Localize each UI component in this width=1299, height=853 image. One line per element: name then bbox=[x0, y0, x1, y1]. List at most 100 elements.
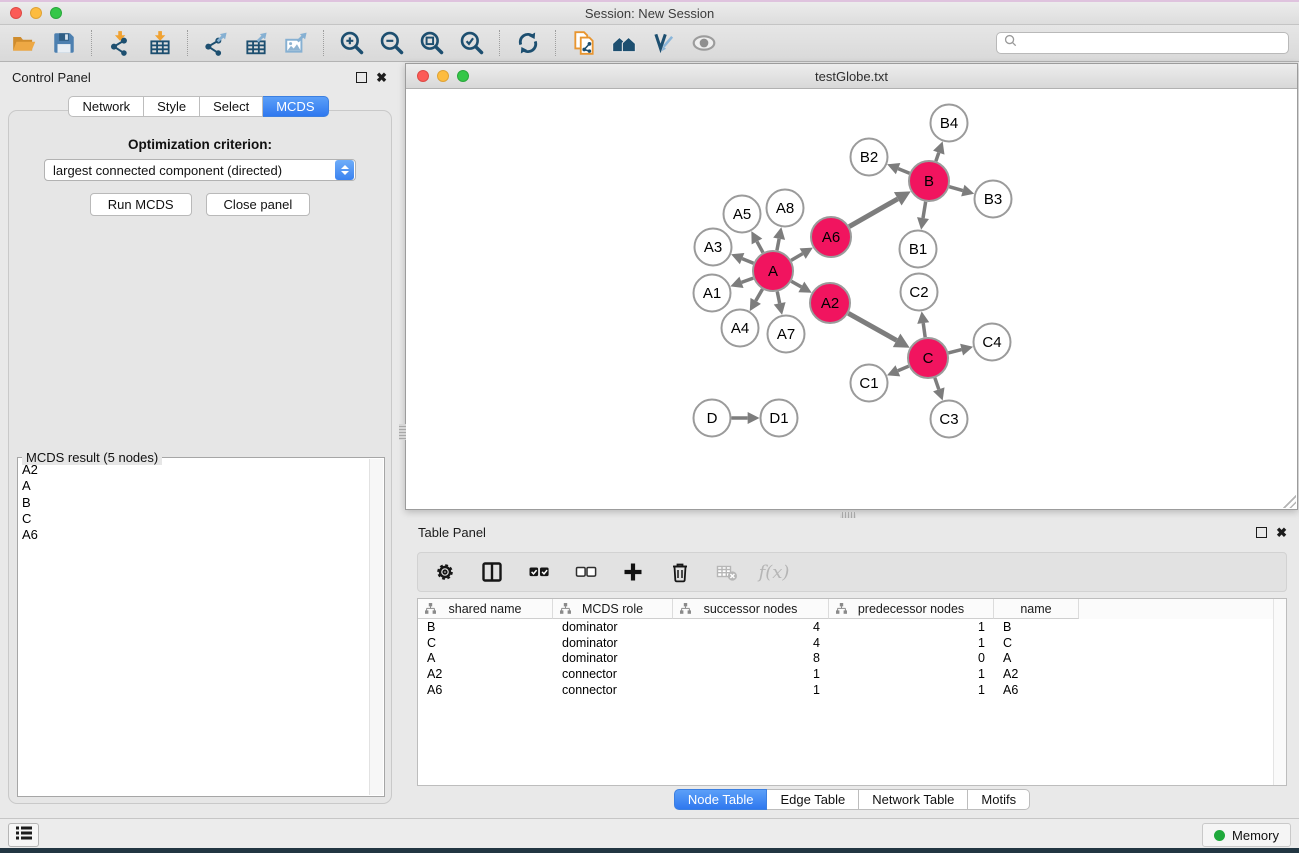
show-column-panel-icon[interactable] bbox=[480, 560, 504, 584]
graph-node-D[interactable]: D bbox=[694, 400, 731, 437]
save-session-icon[interactable] bbox=[50, 29, 78, 57]
close-window-button[interactable] bbox=[10, 7, 22, 19]
graph-edge-A-A3[interactable] bbox=[731, 253, 753, 264]
graph-node-C3[interactable]: C3 bbox=[931, 401, 968, 438]
show-hide-graphics-icon[interactable] bbox=[690, 29, 718, 57]
table-settings-gear-icon[interactable] bbox=[433, 560, 457, 584]
result-list-scrollbar[interactable] bbox=[369, 459, 383, 795]
search-box[interactable] bbox=[996, 32, 1289, 54]
column-header-name[interactable]: name bbox=[994, 599, 1079, 619]
graph-edge-D-D1[interactable] bbox=[732, 412, 760, 424]
graph-edge-A-A6[interactable] bbox=[791, 248, 813, 261]
memory-button[interactable]: Memory bbox=[1202, 823, 1291, 847]
graph-node-A3[interactable]: A3 bbox=[695, 229, 732, 266]
table-scrollbar[interactable] bbox=[1273, 599, 1286, 785]
table-cell[interactable]: A6 bbox=[418, 683, 553, 697]
mcds-result-item[interactable]: B bbox=[22, 495, 368, 511]
table-cell[interactable]: 0 bbox=[829, 651, 994, 665]
close-table-panel-icon[interactable]: ✖ bbox=[1276, 527, 1287, 538]
graph-edge-C-C1[interactable] bbox=[887, 365, 909, 376]
zoom-selected-icon[interactable] bbox=[458, 29, 486, 57]
export-table-icon[interactable] bbox=[242, 29, 270, 57]
horizontal-split-handle[interactable] bbox=[399, 424, 406, 440]
graph-edge-B-B1[interactable] bbox=[917, 202, 929, 230]
open-session-icon[interactable] bbox=[10, 29, 38, 57]
network-minimize-button[interactable] bbox=[437, 70, 449, 82]
graph-edge-A-A1[interactable] bbox=[730, 277, 753, 288]
zoom-out-icon[interactable] bbox=[378, 29, 406, 57]
tab-select[interactable]: Select bbox=[200, 96, 263, 117]
table-cell[interactable]: dominator bbox=[553, 651, 673, 665]
table-cell[interactable]: C bbox=[418, 636, 553, 650]
import-table-icon[interactable] bbox=[146, 29, 174, 57]
graph-edge-A-A7[interactable] bbox=[774, 292, 786, 315]
network-canvas[interactable]: AA1A2A3A4A5A6A7A8BB1B2B3B4CC1C2C3C4DD1 bbox=[406, 89, 1297, 509]
refresh-view-icon[interactable] bbox=[514, 29, 542, 57]
export-network-icon[interactable] bbox=[202, 29, 230, 57]
table-cell[interactable]: connector bbox=[553, 667, 673, 681]
mcds-result-item[interactable]: A2 bbox=[22, 462, 368, 478]
table-cell[interactable]: 8 bbox=[673, 651, 829, 665]
add-column-icon[interactable] bbox=[621, 560, 645, 584]
graph-node-C[interactable]: C bbox=[908, 338, 948, 378]
table-row-B[interactable]: Bdominator41B bbox=[418, 619, 1286, 635]
graph-node-A[interactable]: A bbox=[753, 251, 793, 291]
tab-edge-table[interactable]: Edge Table bbox=[767, 789, 859, 810]
graph-edge-B-B4[interactable] bbox=[933, 141, 944, 161]
table-cell[interactable]: 1 bbox=[829, 636, 994, 650]
graph-node-C4[interactable]: C4 bbox=[974, 324, 1011, 361]
table-cell[interactable]: B bbox=[418, 620, 553, 634]
column-header-successor-nodes[interactable]: successor nodes bbox=[673, 599, 829, 619]
graph-edge-B-B3[interactable] bbox=[949, 185, 974, 197]
table-cell[interactable]: dominator bbox=[553, 636, 673, 650]
graph-edge-A-A2[interactable] bbox=[791, 281, 811, 292]
graph-edge-C-C4[interactable] bbox=[948, 344, 973, 356]
zoom-in-icon[interactable] bbox=[338, 29, 366, 57]
graph-edge-C-C3[interactable] bbox=[933, 378, 944, 401]
home-view-icon[interactable] bbox=[610, 29, 638, 57]
table-cell[interactable]: 1 bbox=[829, 667, 994, 681]
graph-node-A8[interactable]: A8 bbox=[767, 190, 804, 227]
mcds-result-item[interactable]: A bbox=[22, 478, 368, 494]
mcds-result-item[interactable]: A6 bbox=[22, 527, 368, 543]
table-cell[interactable]: 1 bbox=[673, 683, 829, 697]
column-header-MCDS-role[interactable]: MCDS role bbox=[553, 599, 673, 619]
table-cell[interactable]: dominator bbox=[553, 620, 673, 634]
graph-edge-A-A5[interactable] bbox=[751, 231, 763, 252]
graph-node-C2[interactable]: C2 bbox=[901, 274, 938, 311]
zoom-window-button[interactable] bbox=[50, 7, 62, 19]
table-cell[interactable]: connector bbox=[553, 683, 673, 697]
network-close-button[interactable] bbox=[417, 70, 429, 82]
graph-edge-B-B2[interactable] bbox=[887, 163, 909, 174]
table-cell[interactable]: A bbox=[994, 651, 1079, 665]
graph-node-A1[interactable]: A1 bbox=[694, 275, 731, 312]
table-cell[interactable]: 4 bbox=[673, 636, 829, 650]
tab-network[interactable]: Network bbox=[68, 96, 144, 117]
graph-edge-A-A8[interactable] bbox=[773, 227, 785, 250]
table-row-A6[interactable]: A6connector11A6 bbox=[418, 682, 1286, 698]
table-cell[interactable]: C bbox=[994, 636, 1079, 650]
tab-mcds[interactable]: MCDS bbox=[263, 96, 328, 117]
close-panel-icon[interactable]: ✖ bbox=[376, 72, 387, 83]
tab-style[interactable]: Style bbox=[144, 96, 200, 117]
new-session-icon[interactable] bbox=[570, 29, 598, 57]
annotation-mode-icon[interactable] bbox=[650, 29, 678, 57]
mcds-result-item[interactable]: C bbox=[22, 511, 368, 527]
import-network-icon[interactable] bbox=[106, 29, 134, 57]
graph-node-A2[interactable]: A2 bbox=[810, 283, 850, 323]
float-panel-icon[interactable] bbox=[356, 72, 367, 83]
deselect-all-rows-icon[interactable] bbox=[574, 560, 598, 584]
graph-node-B1[interactable]: B1 bbox=[900, 231, 937, 268]
tab-network-table[interactable]: Network Table bbox=[859, 789, 968, 810]
table-cell[interactable]: A6 bbox=[994, 683, 1079, 697]
graph-node-D1[interactable]: D1 bbox=[761, 400, 798, 437]
graph-node-A5[interactable]: A5 bbox=[724, 196, 761, 233]
delete-columns-icon[interactable] bbox=[668, 560, 692, 584]
table-cell[interactable]: A2 bbox=[418, 667, 553, 681]
graph-edge-C-C2[interactable] bbox=[917, 311, 929, 337]
close-panel-button[interactable]: Close panel bbox=[206, 193, 311, 216]
table-row-A2[interactable]: A2connector11A2 bbox=[418, 666, 1286, 682]
column-header-shared-name[interactable]: shared name bbox=[418, 599, 553, 619]
table-row-A[interactable]: Adominator80A bbox=[418, 650, 1286, 666]
vertical-split-handle[interactable] bbox=[840, 512, 856, 518]
